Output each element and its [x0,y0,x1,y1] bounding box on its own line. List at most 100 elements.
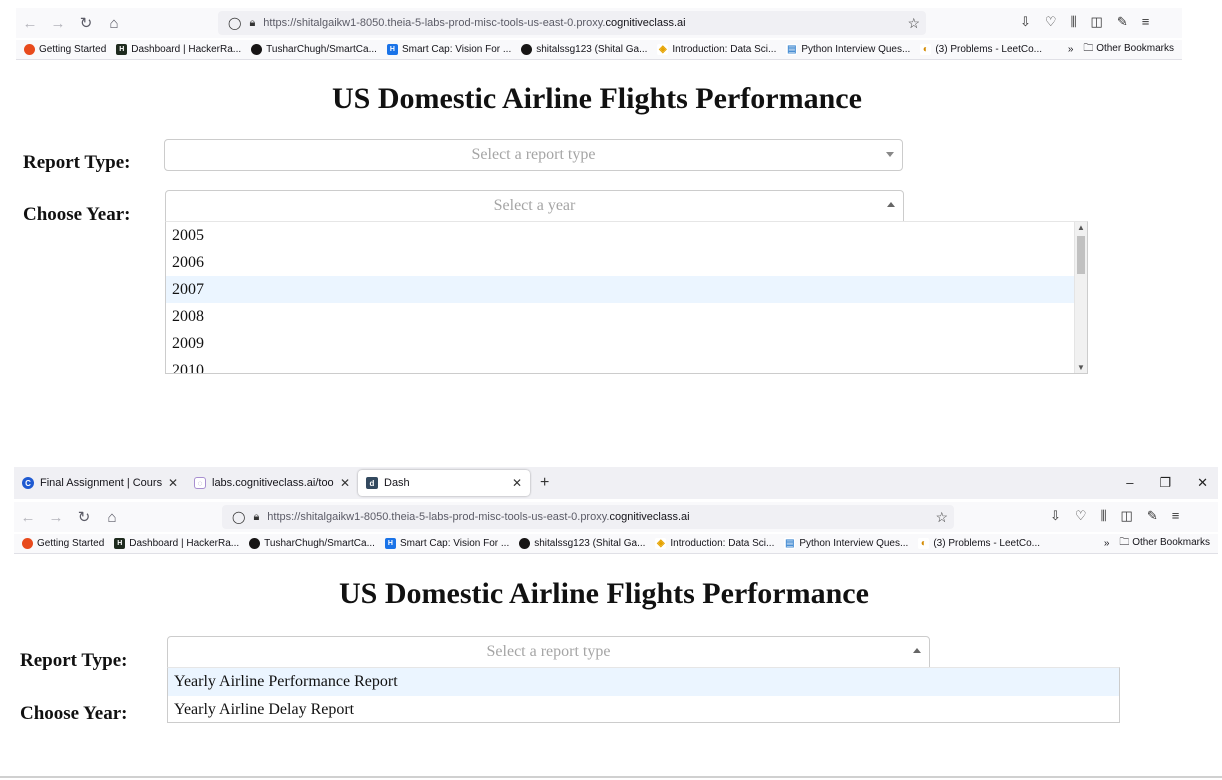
menu-icon[interactable]: ≡ [1172,508,1180,524]
library-icon[interactable]: ⫼ [1071,14,1077,30]
pocket-icon[interactable]: ♡ [1075,508,1087,524]
extension-icon[interactable]: ✎ [1147,508,1158,524]
top-url-bar[interactable]: ◯ 🔒︎ https://shitalgaikw1-8050.theia-5-l… [218,11,926,35]
bookmark-star-icon[interactable]: ☆ [935,509,948,526]
bookmark-smartcap-github[interactable]: TusharChugh/SmartCa... [249,538,375,549]
tab-labs[interactable]: ◌ labs.cognitiveclass.ai/tools/thei ✕ [186,470,358,496]
page-title: US Domestic Airline Flights Performance [332,82,862,115]
top-toolbar-icons: ⇩ ♡ ⫼ ◫ ✎ ≡ [1020,14,1149,30]
report-type-placeholder: Select a report type [486,643,611,660]
divider [0,776,1222,778]
year-option[interactable]: 2006 [166,249,1087,276]
new-tab-plus-icon[interactable]: + [540,474,549,492]
download-icon[interactable]: ⇩ [1050,508,1061,524]
leetcode-icon: ◐ [918,538,930,549]
bookmark-smartcap[interactable]: H Smart Cap: Vision For ... [386,44,511,55]
year-placeholder: Select a year [493,197,576,214]
bookmark-star-icon[interactable]: ☆ [907,15,920,32]
pocket-icon[interactable]: ♡ [1045,14,1057,30]
home-icon[interactable]: ⌂ [98,509,126,526]
sidebar-icon[interactable]: ◫ [1091,14,1103,30]
folder-icon: 🗀︎ [1119,537,1133,548]
year-option[interactable]: 2008 [166,303,1087,330]
year-menu-scrollbar[interactable]: ▲ ▼ [1074,222,1087,373]
leetcode-icon: ◐ [920,44,932,55]
tab-title: Dash [384,477,410,489]
url-text[interactable]: https://shitalgaikw1-8050.theia-5-labs-p… [263,17,685,29]
github-icon [249,538,261,549]
bookmark-leetcode[interactable]: ◐ (3) Problems - LeetCo... [918,538,1040,549]
report-option-focused[interactable]: Yearly Airline Performance Report [168,668,1119,696]
year-dropdown[interactable]: Select a year [165,190,904,222]
scroll-down-arrow-icon[interactable]: ▼ [1075,363,1087,372]
report-type-placeholder: Select a report type [471,146,596,163]
github-icon [521,44,533,55]
back-arrow-icon[interactable]: ← [16,15,44,32]
close-icon[interactable]: ✕ [512,476,522,490]
reload-icon[interactable]: ↻ [72,14,100,32]
tab-coursera[interactable]: C Final Assignment | Coursera ✕ [14,470,186,496]
url-text[interactable]: https://shitalgaikw1-8050.theia-5-labs-p… [267,511,689,523]
lock-icon[interactable]: 🔒︎ [249,17,255,30]
minimize-icon[interactable]: – [1126,475,1133,491]
shield-icon[interactable]: ◯ [228,16,241,30]
bookmark-smartcap-github[interactable]: TusharChugh/SmartCa... [251,44,377,55]
chevron-down-icon[interactable] [886,152,894,157]
bookmark-leetcode[interactable]: ◐ (3) Problems - LeetCo... [920,44,1042,55]
bookmark-shital-github[interactable]: shitalssg123 (Shital Ga... [519,538,645,549]
reload-icon[interactable]: ↻ [70,508,98,526]
smartcap-icon: H [384,538,396,549]
chevron-up-icon[interactable] [887,202,895,207]
chevron-overflow-icon[interactable]: » [1068,44,1074,55]
bottom-url-bar[interactable]: ◯ 🔒︎ https://shitalgaikw1-8050.theia-5-l… [222,505,954,529]
menu-icon[interactable]: ≡ [1142,14,1150,30]
window-controls: – ❐ ✕ [1126,475,1218,491]
chevron-overflow-icon[interactable]: » [1104,538,1110,549]
hackerrank-icon: H [116,44,128,55]
close-icon[interactable]: ✕ [168,476,178,490]
other-bookmarks[interactable]: 🗀︎ Other Bookmarks [1083,41,1174,58]
lock-icon[interactable]: 🔒︎ [253,511,259,524]
year-option[interactable]: 2010 [166,357,1087,373]
shield-icon[interactable]: ◯ [232,510,245,524]
report-type-label: Report Type: [20,650,128,671]
top-bookmarks-toolbar: Getting Started H Dashboard | HackerRa...… [16,40,1182,60]
bookmark-hackerrank[interactable]: H Dashboard | HackerRa... [114,538,239,549]
other-bookmarks[interactable]: 🗀︎ Other Bookmarks [1119,535,1210,552]
report-type-dropdown[interactable]: Select a report type [167,636,930,668]
sidebar-icon[interactable]: ◫ [1121,508,1133,524]
bookmark-python-interview[interactable]: ▤ Python Interview Ques... [784,538,908,549]
report-type-options-menu: Yearly Airline Performance Report Yearly… [167,667,1120,723]
python-icon: ▤ [784,538,796,549]
library-icon[interactable]: ⫼ [1101,508,1107,524]
year-option[interactable]: 2009 [166,330,1087,357]
bookmark-python-interview[interactable]: ▤ Python Interview Ques... [786,44,910,55]
bookmark-hackerrank[interactable]: H Dashboard | HackerRa... [116,44,241,55]
download-icon[interactable]: ⇩ [1020,14,1031,30]
back-arrow-icon[interactable]: ← [14,509,42,526]
close-icon[interactable]: ✕ [340,476,350,490]
extension-icon[interactable]: ✎ [1117,14,1128,30]
bottom-toolbar-icons: ⇩ ♡ ⫼ ◫ ✎ ≡ [1050,508,1179,524]
chevron-up-icon[interactable] [913,648,921,653]
bookmark-datacamp[interactable]: ◈ Introduction: Data Sci... [655,538,774,549]
bookmark-smartcap[interactable]: H Smart Cap: Vision For ... [384,538,509,549]
bookmark-getting-started[interactable]: Getting Started [24,44,106,55]
choose-year-label: Choose Year: [20,703,128,724]
github-icon [251,44,263,55]
bookmark-getting-started[interactable]: Getting Started [22,538,104,549]
close-window-icon[interactable]: ✕ [1197,475,1208,491]
forward-arrow-icon[interactable]: → [44,15,72,32]
scrollbar-thumb[interactable] [1077,236,1085,274]
tab-dash[interactable]: d Dash ✕ [358,470,530,496]
bookmark-datacamp[interactable]: ◈ Introduction: Data Sci... [657,44,776,55]
year-option-focused[interactable]: 2007 [166,276,1074,303]
report-type-dropdown[interactable]: Select a report type [164,139,903,171]
year-option[interactable]: 2005 [166,222,1087,249]
bookmark-shital-github[interactable]: shitalssg123 (Shital Ga... [521,44,647,55]
report-option[interactable]: Yearly Airline Delay Report [168,696,1119,722]
forward-arrow-icon[interactable]: → [42,509,70,526]
home-icon[interactable]: ⌂ [100,15,128,32]
scroll-up-arrow-icon[interactable]: ▲ [1075,223,1087,232]
restore-icon[interactable]: ❐ [1159,475,1171,491]
